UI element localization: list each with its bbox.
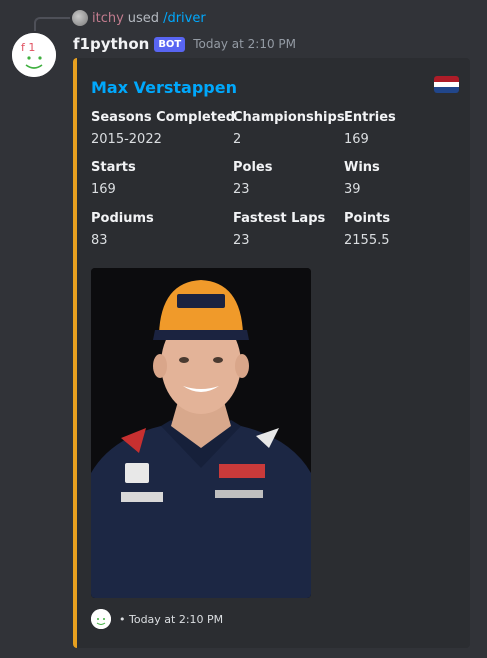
driver-photo[interactable] bbox=[91, 268, 311, 598]
field-value: 169 bbox=[344, 132, 369, 147]
embed-footer: • Today at 2:10 PM bbox=[91, 608, 223, 630]
message-header: f1python BOT Today at 2:10 PM bbox=[73, 33, 296, 55]
field-value: 2 bbox=[233, 132, 242, 147]
field-seasons-completed: Seasons Completed 2015-2022 bbox=[91, 109, 235, 149]
field-value: 169 bbox=[91, 182, 116, 197]
field-value: 2155.5 bbox=[344, 233, 390, 248]
field-wins: Wins 39 bbox=[344, 159, 380, 199]
field-name: Championships bbox=[233, 110, 345, 125]
driver-embed: Max Verstappen Seasons Completed 2015-20… bbox=[73, 58, 470, 648]
field-value: 23 bbox=[233, 182, 250, 197]
field-value: 39 bbox=[344, 182, 361, 197]
field-value: 23 bbox=[233, 233, 250, 248]
field-name: Wins bbox=[344, 160, 380, 175]
embed-title: Max Verstappen bbox=[91, 78, 237, 97]
field-starts: Starts 169 bbox=[91, 159, 136, 199]
field-value: 2015-2022 bbox=[91, 132, 162, 147]
bot-avatar[interactable]: f 1 bbox=[12, 33, 56, 77]
footer-bot-icon bbox=[91, 609, 111, 629]
field-name: Seasons Completed bbox=[91, 110, 236, 125]
field-podiums: Podiums 83 bbox=[91, 210, 154, 250]
field-poles: Poles 23 bbox=[233, 159, 272, 199]
bot-tag: BOT bbox=[154, 36, 186, 52]
bot-username[interactable]: f1python bbox=[73, 35, 149, 53]
field-points: Points 2155.5 bbox=[344, 210, 390, 250]
reply-connector bbox=[34, 17, 70, 31]
field-name: Fastest Laps bbox=[233, 211, 326, 226]
field-name: Poles bbox=[233, 160, 273, 175]
footer-timestamp: • Today at 2:10 PM bbox=[119, 612, 224, 626]
message-timestamp[interactable]: Today at 2:10 PM bbox=[193, 37, 296, 51]
reply-reference[interactable]: itchy used /driver bbox=[72, 9, 206, 27]
field-name: Entries bbox=[344, 110, 396, 125]
field-name: Podiums bbox=[91, 211, 154, 226]
netherlands-flag-icon bbox=[434, 76, 459, 93]
field-name: Points bbox=[344, 211, 391, 226]
field-championships: Championships 2 bbox=[233, 109, 345, 149]
field-fastest-laps: Fastest Laps 23 bbox=[233, 210, 325, 250]
reply-avatar[interactable] bbox=[72, 10, 88, 26]
reply-username[interactable]: itchy bbox=[92, 11, 124, 26]
field-entries: Entries 169 bbox=[344, 109, 396, 149]
field-name: Starts bbox=[91, 160, 136, 175]
svg-text:f 1: f 1 bbox=[21, 41, 35, 54]
field-value: 83 bbox=[91, 233, 108, 248]
reply-used-text: used bbox=[127, 10, 160, 26]
reply-command[interactable]: /driver bbox=[163, 11, 206, 26]
